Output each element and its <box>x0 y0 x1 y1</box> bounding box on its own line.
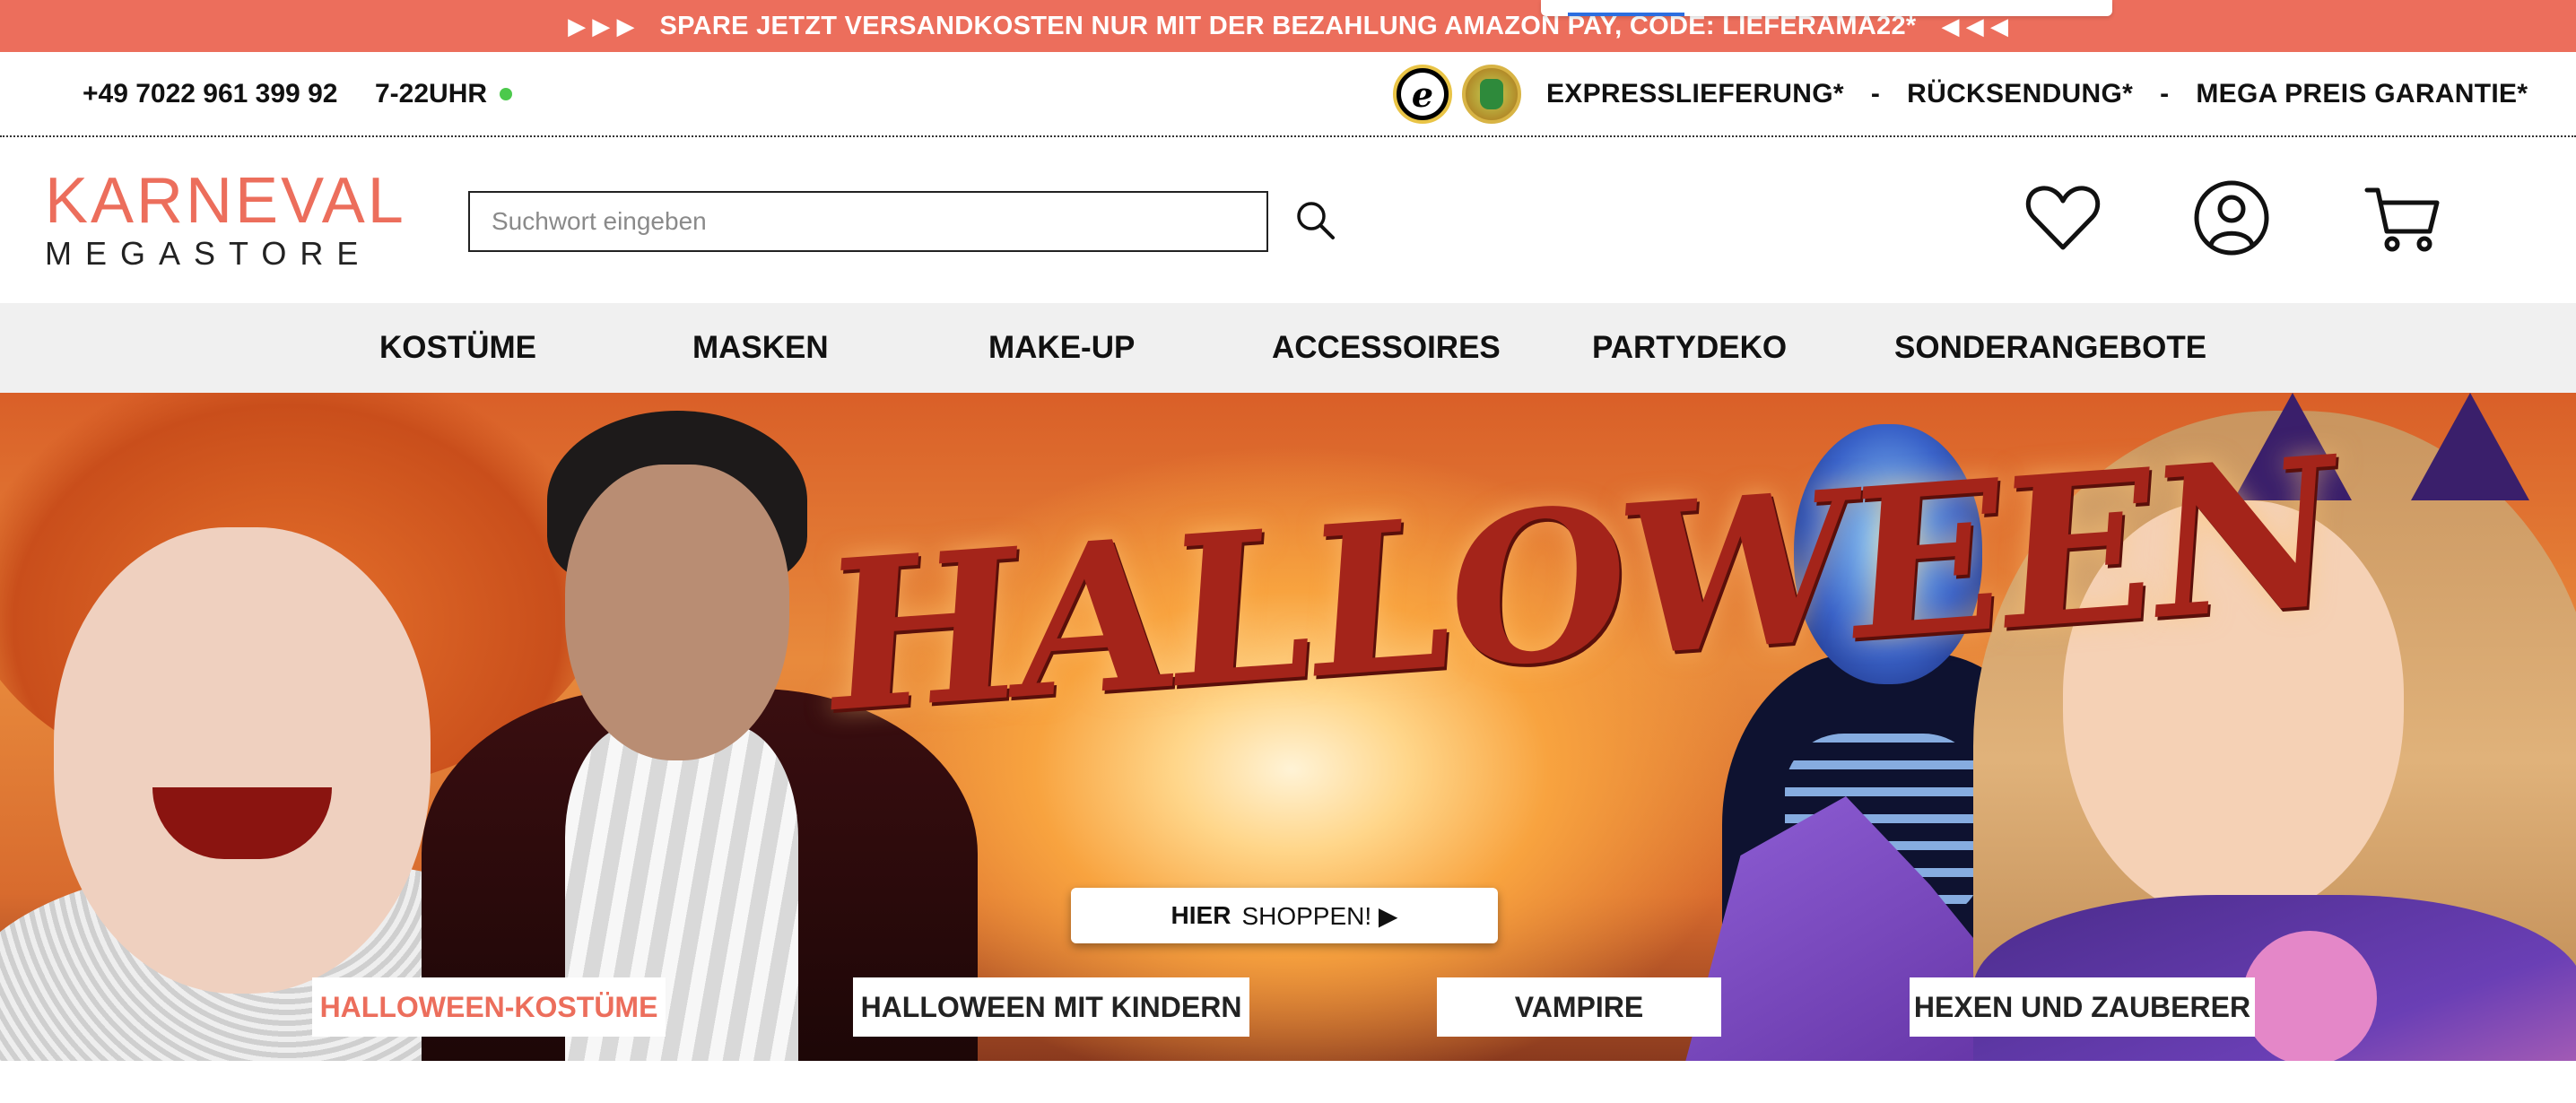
nav-item-accessoires[interactable]: ACCESSOIRES <box>1272 303 1501 393</box>
hero-clown-face <box>54 527 431 994</box>
nav-item-kostueme[interactable]: KOSTÜME <box>379 303 536 393</box>
info-bar: +49 7022 961 399 92 7-22UHR e EXPRESSLIE… <box>0 52 2576 137</box>
site-logo[interactable]: KARNEVAL MEGASTORE <box>45 169 406 272</box>
hero-vampire-face <box>565 465 789 760</box>
hero-banner[interactable]: HALLOWEEN <box>0 393 2576 1061</box>
account-user-icon[interactable] <box>2191 178 2272 258</box>
search-icon[interactable] <box>1292 196 1342 247</box>
quality-seal-badge-icon[interactable] <box>1462 65 1521 124</box>
promo-popup-edge <box>1541 0 2112 16</box>
category-button-vampires[interactable]: VAMPIRE <box>1437 977 1721 1037</box>
promo-bar: ▶ ▶ ▶ SPARE JETZT VERSANDKOSTEN NUR MIT … <box>0 0 2576 52</box>
shopping-cart-icon[interactable] <box>2362 178 2442 258</box>
promo-arrows-left: ▶ ▶ ▶ <box>568 12 635 39</box>
popup-accent-bar <box>1568 13 1684 16</box>
usp-separator: - <box>2160 78 2170 109</box>
page-bottom-strip <box>0 1061 2576 1103</box>
hero-title: HALLOWEEN <box>817 410 2343 760</box>
nav-item-masken[interactable]: MASKEN <box>692 303 829 393</box>
opening-hours: 7-22UHR <box>375 78 513 109</box>
category-button-halloween-costumes[interactable]: HALLOWEEN-KOSTÜME <box>312 977 666 1037</box>
nav-item-make-up[interactable]: MAKE-UP <box>988 303 1135 393</box>
usp-list: EXPRESSLIEFERUNG* - RÜCKSENDUNG* - MEGA … <box>1546 79 2528 109</box>
category-button-halloween-kids[interactable]: HALLOWEEN MIT KINDERN <box>853 977 1249 1037</box>
cta-bold-label: HIER <box>1171 901 1231 929</box>
promo-arrows-right: ◀ ◀ ◀ <box>1941 12 2008 39</box>
trusted-shops-badge-icon[interactable]: e <box>1393 65 1452 124</box>
main-navigation: KOSTÜME MASKEN MAKE-UP ACCESSOIRES PARTY… <box>0 303 2576 393</box>
usp-returns[interactable]: RÜCKSENDUNG* <box>1907 79 2133 109</box>
category-button-witches-wizards[interactable]: HEXEN UND ZAUBERER <box>1910 977 2255 1037</box>
nav-item-partydeko[interactable]: PARTYDEKO <box>1592 303 1787 393</box>
logo-line-1: KARNEVAL <box>45 165 406 237</box>
nav-item-sonderangebote[interactable]: SONDERANGEBOTE <box>1894 303 2206 393</box>
site-header: KARNEVAL MEGASTORE <box>0 137 2576 303</box>
shop-now-button[interactable]: HIER SHOPPEN! ▶ <box>1071 888 1498 943</box>
online-status-dot <box>500 87 513 100</box>
usp-price-guarantee[interactable]: MEGA PREIS GARANTIE* <box>2196 79 2528 109</box>
usp-express-delivery[interactable]: EXPRESSLIEFERUNG* <box>1546 79 1844 109</box>
phone-number[interactable]: +49 7022 961 399 92 <box>83 79 337 109</box>
wishlist-heart-icon[interactable] <box>2023 178 2103 258</box>
hero-skull-decoration <box>2242 931 2377 1061</box>
usp-separator: - <box>1870 78 1881 109</box>
cta-label: SHOPPEN! ▶ <box>1241 901 1398 930</box>
opening-hours-label: 7-22UHR <box>375 78 488 109</box>
logo-line-2: MEGASTORE <box>45 235 372 272</box>
search-input[interactable] <box>468 191 1268 252</box>
